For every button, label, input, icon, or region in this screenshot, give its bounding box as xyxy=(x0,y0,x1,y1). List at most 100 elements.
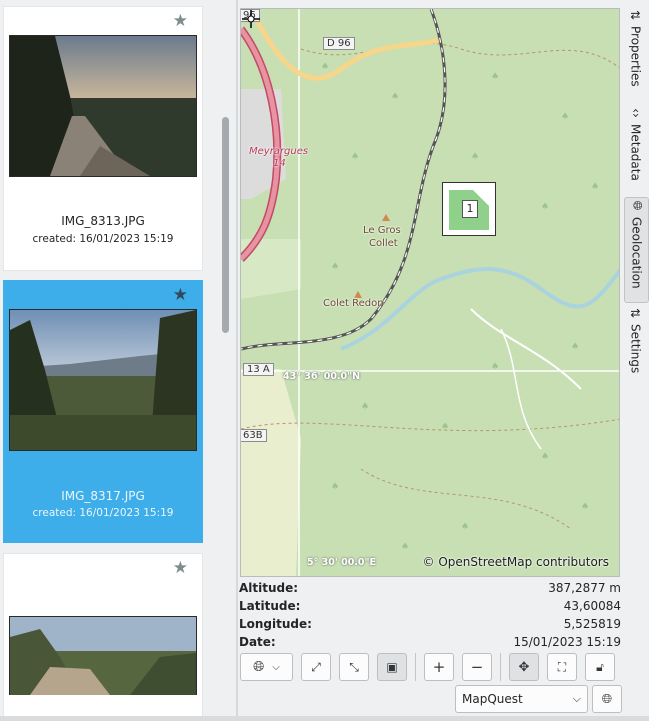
map-canvas: ♠ ♠ ♠ ♠ ♠ ♠ ♠ ♠ ♠ ♠ ♠ ♠ ♠ ♠ ♠ ♠ ♠ ♠ xyxy=(241,9,619,576)
altitude-label: Altitude: xyxy=(239,581,299,595)
svg-text:♠: ♠ xyxy=(491,72,499,82)
cluster-count: 1 xyxy=(462,200,478,218)
photo-rocky-hill xyxy=(10,617,196,695)
star-icon[interactable]: ★ xyxy=(173,558,188,578)
map-attribution: © OpenStreetMap contributors xyxy=(422,555,609,569)
svg-text:♠: ♠ xyxy=(571,342,579,352)
map-view[interactable]: ♠ ♠ ♠ ♠ ♠ ♠ ♠ ♠ ♠ ♠ ♠ ♠ ♠ ♠ ♠ ♠ ♠ ♠ D 96 96 13 A 63B … xyxy=(240,8,620,577)
longitude-grid-label: 5° 30' 00.0"E xyxy=(307,557,376,568)
zoom-in-button[interactable]: + xyxy=(424,653,454,681)
road-shield: D 96 xyxy=(323,37,355,50)
thumbnail-scrollbar[interactable] xyxy=(220,4,232,712)
thumbnail-created: created: 16/01/2023 15:19 xyxy=(32,233,174,245)
map-town-label: Meyrargues xyxy=(249,146,309,157)
fit-images-icon: ⤡ xyxy=(349,659,359,674)
tab-label: Properties xyxy=(628,26,643,87)
thumbnail-created: created: 16/01/2023 15:19 xyxy=(32,507,174,519)
globe-icon: 🌐︎ xyxy=(253,659,265,675)
tab-properties[interactable]: ⇅ Properties xyxy=(624,8,647,100)
svg-text:♠: ♠ xyxy=(401,542,409,552)
chevron-down-icon: ⌵ xyxy=(572,692,581,705)
tab-metadata[interactable]: ‹› Metadata xyxy=(624,106,647,194)
map-provider-select[interactable]: MapQuest ⌵ xyxy=(455,685,588,713)
photo-path-sunset xyxy=(10,36,196,176)
chevron-down-icon: ⌵ xyxy=(272,661,280,673)
star-icon[interactable]: ★ xyxy=(173,285,188,305)
zoom-to-selection-button[interactable]: ⤢ xyxy=(301,653,331,681)
map-place-label: Colet Redon xyxy=(323,298,384,309)
panel-splitter[interactable] xyxy=(236,0,238,716)
lock-button[interactable]: 🔓︎ xyxy=(585,653,615,681)
scrollbar-handle[interactable] xyxy=(222,117,229,333)
photo-thumbnail[interactable] xyxy=(9,309,197,451)
toolbar-separator xyxy=(415,653,416,681)
svg-text:♠: ♠ xyxy=(361,402,369,412)
image-icon: ▣ xyxy=(386,660,398,674)
tab-geolocation[interactable]: 🌐︎ Geolocation xyxy=(624,197,649,303)
map-place-label: Collet xyxy=(369,238,398,249)
road-shield: 13 A xyxy=(243,363,274,376)
svg-text:♠: ♠ xyxy=(491,362,499,372)
svg-text:♠: ♠ xyxy=(561,112,569,122)
move-icon: ✥ xyxy=(518,659,530,675)
map-place-label: Le Gros xyxy=(363,225,401,236)
zoom-to-images-button[interactable]: ⤡ xyxy=(339,653,369,681)
tab-settings[interactable]: ⇅ Settings xyxy=(624,306,647,386)
tab-label: Metadata xyxy=(628,124,643,181)
thumbnail-panel: ★ IMG_8313.JPG created: 16/01/2023 15:19… xyxy=(0,0,236,716)
longitude-label: Longitude: xyxy=(239,617,312,631)
svg-text:♠: ♠ xyxy=(331,262,339,272)
altitude-value: 387,2877 m xyxy=(548,581,621,595)
minus-icon: − xyxy=(470,658,484,676)
map-theme-button[interactable]: 🌐︎ ⌵ xyxy=(240,653,293,681)
svg-text:♠: ♠ xyxy=(461,522,469,532)
svg-text:♠: ♠ xyxy=(541,452,549,462)
zoom-out-button[interactable]: − xyxy=(462,653,492,681)
lock-icon: 🔓︎ xyxy=(596,659,604,674)
svg-text:♠: ♠ xyxy=(471,152,479,162)
sliders-icon: ⇅ xyxy=(628,307,643,319)
svg-text:♠: ♠ xyxy=(391,92,399,102)
latitude-grid-label: 43° 36' 00.0"N xyxy=(283,371,361,382)
globe-icon: 🌐︎ xyxy=(629,200,644,211)
map-provider-value: MapQuest xyxy=(462,692,523,706)
star-icon[interactable]: ★ xyxy=(173,11,188,31)
svg-text:♠: ♠ xyxy=(581,502,589,512)
sliders-icon: ⇅ xyxy=(628,9,643,21)
svg-text:♠: ♠ xyxy=(541,202,549,212)
image-cluster-marker[interactable]: 1 xyxy=(442,182,496,236)
date-label: Date: xyxy=(239,635,276,649)
code-icon: ‹› xyxy=(628,108,643,118)
thumbnail-card-selected[interactable]: ★ IMG_8317.JPG created: 16/01/2023 15:19 xyxy=(3,280,203,543)
map-town-number: 14 xyxy=(273,158,286,169)
move-cursor-icon xyxy=(242,10,260,28)
photo-thumbnail[interactable] xyxy=(9,616,197,695)
longitude-value: 5,525819 xyxy=(563,617,621,631)
thumbnail-card[interactable]: ★ xyxy=(3,553,203,716)
latitude-label: Latitude: xyxy=(239,599,301,613)
svg-text:♠: ♠ xyxy=(591,182,599,192)
tab-label: Geolocation xyxy=(629,217,644,289)
svg-text:♠: ♠ xyxy=(441,422,449,432)
photo-thumbnail[interactable] xyxy=(9,35,197,177)
pan-mode-button[interactable]: ✥ xyxy=(509,653,539,681)
zoom-selection-icon: ⤢ xyxy=(311,659,321,674)
show-thumbnails-button[interactable]: ▣ xyxy=(377,653,407,681)
latitude-value: 43,60084 xyxy=(563,599,621,613)
plus-icon: + xyxy=(432,658,446,676)
select-mode-button[interactable]: ⛶ xyxy=(547,653,577,681)
svg-text:♠: ♠ xyxy=(321,62,329,72)
map-provider-globe-button[interactable]: 🌐︎ xyxy=(592,685,622,713)
thumbnail-filename: IMG_8313.JPG xyxy=(61,214,145,228)
svg-text:♠: ♠ xyxy=(351,152,359,162)
thumbnail-card[interactable]: ★ IMG_8313.JPG created: 16/01/2023 15:19 xyxy=(3,6,203,271)
road-shield: 63B xyxy=(241,429,267,442)
side-tab-bar: ⇅ Properties ‹› Metadata 🌐︎ Geolocation … xyxy=(622,0,649,716)
select-region-icon: ⛶ xyxy=(557,659,567,674)
svg-text:♠: ♠ xyxy=(331,482,339,492)
globe-icon: 🌐︎ xyxy=(601,691,613,707)
window-bottom-edge xyxy=(0,716,649,721)
thumbnail-filename: IMG_8317.JPG xyxy=(61,489,145,503)
date-value: 15/01/2023 15:19 xyxy=(513,635,621,649)
toolbar-separator xyxy=(500,653,501,681)
